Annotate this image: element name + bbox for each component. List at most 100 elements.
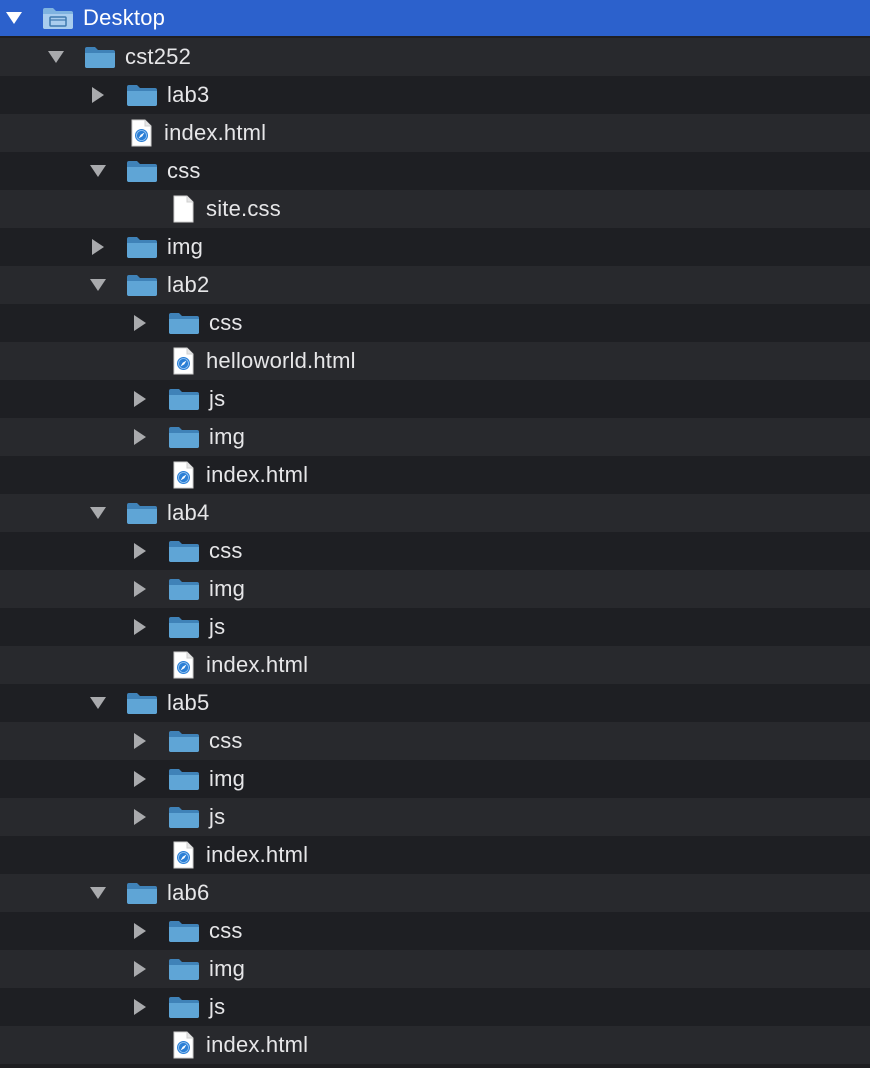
tree-item-label: img bbox=[209, 576, 246, 601]
folder-icon bbox=[168, 425, 200, 449]
folder-icon bbox=[126, 501, 158, 525]
tree-row[interactable]: index.html bbox=[0, 836, 870, 874]
tree-row[interactable]: js bbox=[0, 798, 870, 836]
disclosure-triangle-collapsed-icon[interactable] bbox=[130, 959, 150, 979]
tree-item-label: css bbox=[209, 918, 243, 943]
tree-item-label: img bbox=[209, 424, 246, 449]
tree-item-label: Desktop bbox=[83, 5, 166, 30]
folder-icon bbox=[84, 45, 116, 69]
tree-row[interactable]: js bbox=[0, 988, 870, 1026]
tree-item-label: js bbox=[209, 994, 226, 1019]
tree-row[interactable]: css bbox=[0, 304, 870, 342]
tree-item-label: js bbox=[209, 614, 226, 639]
disclosure-triangle-collapsed-icon[interactable] bbox=[130, 997, 150, 1017]
tree-item-label: index.html bbox=[206, 462, 309, 487]
tree-row[interactable]: img bbox=[0, 228, 870, 266]
disclosure-triangle-collapsed-icon[interactable] bbox=[130, 731, 150, 751]
tree-item-label: img bbox=[209, 766, 246, 791]
tree-row[interactable]: lab4 bbox=[0, 494, 870, 532]
tree-row[interactable]: lab3 bbox=[0, 76, 870, 114]
disclosure-triangle-collapsed-icon[interactable] bbox=[130, 389, 150, 409]
disclosure-triangle-collapsed-icon[interactable] bbox=[130, 617, 150, 637]
folder-icon bbox=[126, 83, 158, 107]
disclosure-spacer bbox=[130, 465, 150, 485]
folder-icon bbox=[126, 691, 158, 715]
disclosure-triangle-collapsed-icon[interactable] bbox=[130, 769, 150, 789]
tree-item-label: js bbox=[209, 386, 226, 411]
disclosure-triangle-expanded-icon[interactable] bbox=[88, 693, 108, 713]
desktop-folder-icon bbox=[42, 6, 74, 30]
tree-row[interactable]: img bbox=[0, 570, 870, 608]
folder-icon bbox=[168, 995, 200, 1019]
tree-row[interactable]: css bbox=[0, 912, 870, 950]
tree-item-label: css bbox=[209, 538, 243, 563]
tree-row[interactable]: index.html bbox=[0, 456, 870, 494]
disclosure-triangle-expanded-icon[interactable] bbox=[88, 275, 108, 295]
disclosure-spacer bbox=[130, 655, 150, 675]
tree-row[interactable]: css bbox=[0, 152, 870, 190]
disclosure-spacer bbox=[130, 1035, 150, 1055]
tree-row[interactable]: lab5 bbox=[0, 684, 870, 722]
folder-icon bbox=[168, 311, 200, 335]
folder-icon bbox=[126, 235, 158, 259]
html-file-icon bbox=[172, 461, 194, 489]
disclosure-triangle-expanded-icon[interactable] bbox=[46, 47, 66, 67]
disclosure-triangle-collapsed-icon[interactable] bbox=[130, 579, 150, 599]
tree-row[interactable]: lab2 bbox=[0, 266, 870, 304]
disclosure-triangle-collapsed-icon[interactable] bbox=[130, 541, 150, 561]
tree-row[interactable]: Desktop bbox=[0, 0, 870, 36]
tree-item-label: js bbox=[209, 804, 226, 829]
folder-icon bbox=[126, 881, 158, 905]
disclosure-triangle-collapsed-icon[interactable] bbox=[130, 427, 150, 447]
disclosure-triangle-collapsed-icon[interactable] bbox=[130, 921, 150, 941]
disclosure-spacer bbox=[88, 123, 108, 143]
disclosure-triangle-collapsed-icon[interactable] bbox=[88, 85, 108, 105]
folder-icon bbox=[168, 805, 200, 829]
disclosure-triangle-expanded-icon[interactable] bbox=[88, 161, 108, 181]
tree-row[interactable]: lab6 bbox=[0, 874, 870, 912]
tree-row[interactable]: cst252 bbox=[0, 38, 870, 76]
tree-row[interactable]: css bbox=[0, 722, 870, 760]
tree-row[interactable]: img bbox=[0, 760, 870, 798]
folder-icon bbox=[168, 919, 200, 943]
html-file-icon bbox=[172, 651, 194, 679]
tree-row[interactable]: index.html bbox=[0, 646, 870, 684]
disclosure-triangle-collapsed-icon[interactable] bbox=[130, 807, 150, 827]
folder-icon bbox=[168, 539, 200, 563]
disclosure-triangle-collapsed-icon[interactable] bbox=[130, 313, 150, 333]
tree-row[interactable]: index.html bbox=[0, 114, 870, 152]
tree-item-label: css bbox=[167, 158, 201, 183]
tree-item-label: lab6 bbox=[167, 880, 210, 905]
tree-row[interactable]: helloworld.html bbox=[0, 342, 870, 380]
tree-row[interactable]: index.html bbox=[0, 1026, 870, 1064]
file-tree: Desktop cst252 lab3 index.html css site.css im… bbox=[0, 0, 870, 1068]
tree-row[interactable]: js bbox=[0, 608, 870, 646]
folder-icon bbox=[168, 767, 200, 791]
tree-item-label: site.css bbox=[206, 196, 281, 221]
folder-icon bbox=[126, 159, 158, 183]
folder-icon bbox=[168, 577, 200, 601]
tree-item-label: lab2 bbox=[167, 272, 210, 297]
folder-icon bbox=[168, 615, 200, 639]
disclosure-triangle-collapsed-icon[interactable] bbox=[88, 237, 108, 257]
tree-item-label: cst252 bbox=[125, 44, 192, 69]
tree-item-label: lab3 bbox=[167, 82, 210, 107]
tree-row[interactable]: img bbox=[0, 418, 870, 456]
tree-item-label: helloworld.html bbox=[206, 348, 356, 373]
html-file-icon bbox=[172, 841, 194, 869]
html-file-icon bbox=[130, 119, 152, 147]
css-file-icon bbox=[172, 195, 194, 223]
tree-item-label: css bbox=[209, 728, 243, 753]
disclosure-triangle-expanded-icon[interactable] bbox=[88, 503, 108, 523]
disclosure-triangle-expanded-icon[interactable] bbox=[88, 883, 108, 903]
folder-icon bbox=[168, 387, 200, 411]
folder-icon bbox=[126, 273, 158, 297]
tree-item-label: img bbox=[167, 234, 204, 259]
tree-row[interactable]: site.css bbox=[0, 190, 870, 228]
tree-row[interactable]: js bbox=[0, 380, 870, 418]
folder-icon bbox=[168, 957, 200, 981]
tree-item-label: css bbox=[209, 310, 243, 335]
disclosure-triangle-expanded-icon[interactable] bbox=[4, 8, 24, 28]
tree-row[interactable]: img bbox=[0, 950, 870, 988]
tree-row[interactable]: css bbox=[0, 532, 870, 570]
